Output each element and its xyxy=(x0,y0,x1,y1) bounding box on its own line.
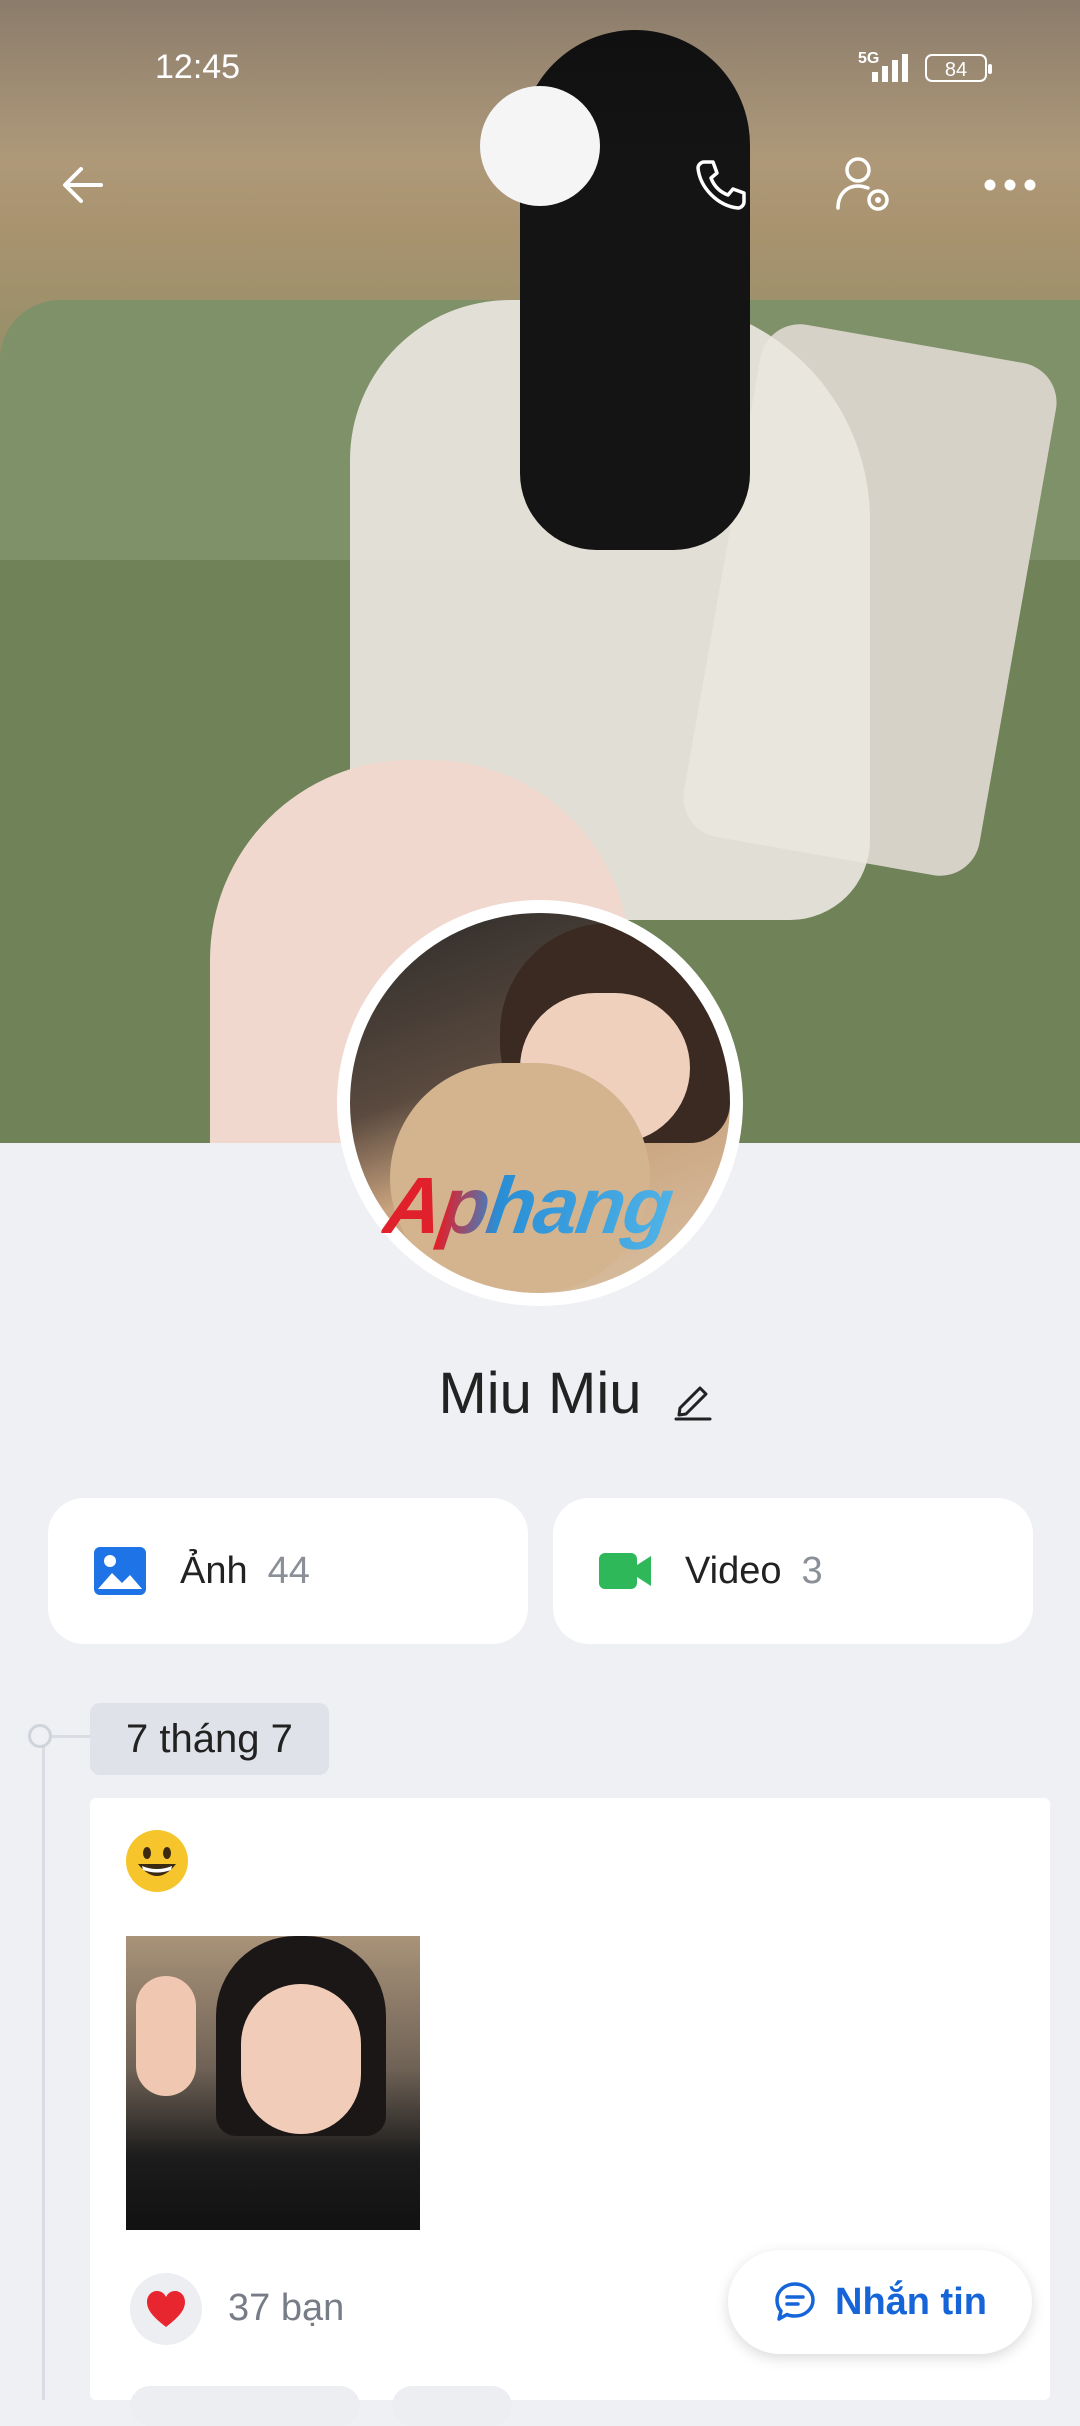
message-label: Nhắn tin xyxy=(835,2280,987,2323)
photos-count: 44 xyxy=(267,1549,310,1592)
user-settings-icon xyxy=(836,157,889,211)
video-card[interactable]: Video 3 xyxy=(553,1498,1033,1644)
back-button[interactable] xyxy=(38,140,128,230)
video-camera-icon xyxy=(599,1553,651,1589)
message-button[interactable]: Nhắn tin xyxy=(728,2250,1032,2354)
battery-level: 84 xyxy=(944,59,968,81)
post-photo[interactable] xyxy=(126,1936,420,2230)
more-dots-icon xyxy=(984,179,1036,191)
phone-icon xyxy=(696,160,746,210)
timeline-connector xyxy=(52,1735,92,1738)
post-action-pill[interactable] xyxy=(130,2386,360,2426)
reaction-button[interactable] xyxy=(130,2273,202,2345)
post-action-pill[interactable] xyxy=(392,2386,512,2426)
battery-icon: 84 xyxy=(925,54,992,82)
photos-label: Ảnh xyxy=(180,1549,248,1592)
status-time: 12:45 xyxy=(155,48,241,86)
timeline-dot xyxy=(28,1724,52,1748)
photos-card[interactable]: Ảnh 44 xyxy=(48,1498,528,1644)
heart-icon xyxy=(147,2291,185,2327)
profile-settings-button[interactable] xyxy=(820,140,910,230)
post-photo-hand xyxy=(136,1976,196,2096)
arrow-left-icon xyxy=(63,167,103,203)
timeline-date: 7 tháng 7 xyxy=(90,1703,329,1775)
profile-name: Miu Miu xyxy=(438,1361,642,1426)
timeline-line xyxy=(42,1740,45,2400)
watermark-logo: Aphang xyxy=(378,1161,678,1250)
post-photo-face xyxy=(241,1984,361,2134)
reaction-count[interactable]: 37 bạn xyxy=(228,2287,344,2330)
chat-bubble-icon xyxy=(775,2282,815,2321)
grinning-face-icon xyxy=(126,1830,188,1892)
signal-icon xyxy=(872,54,908,82)
video-count: 3 xyxy=(801,1549,823,1592)
blurred-area xyxy=(480,86,600,206)
edit-name-icon[interactable] xyxy=(670,1376,716,1422)
call-button[interactable] xyxy=(676,140,766,230)
more-button[interactable] xyxy=(965,140,1055,230)
photo-icon xyxy=(94,1547,146,1595)
video-label: Video xyxy=(685,1549,782,1592)
